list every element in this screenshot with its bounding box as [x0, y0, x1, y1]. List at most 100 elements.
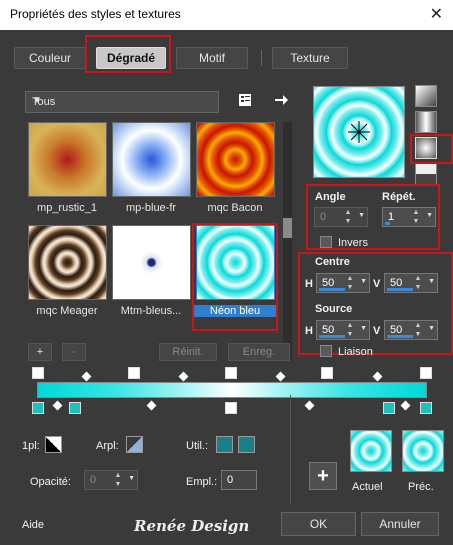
opacity-midpoint[interactable]: [372, 371, 383, 382]
gradient-bar[interactable]: [37, 382, 427, 398]
spin-arrows-icon[interactable]: ▲ ▼: [343, 208, 353, 226]
spin-arrows-icon[interactable]: ▲ ▼: [345, 321, 355, 339]
angle-spinner[interactable]: 0 ▲ ▼ ▼: [314, 207, 368, 227]
swatch-mp-rustic-1[interactable]: [28, 122, 107, 197]
swatch-label: Mtm-bleus...: [120, 305, 182, 317]
swatch-mqc-bacon[interactable]: [196, 122, 275, 197]
add-preset-button[interactable]: +: [28, 343, 52, 361]
list-view-icon[interactable]: [236, 92, 254, 110]
gradient-preset-list: mp_rustic_1 mp-blue-fr mqc Bacon mqc Mea…: [25, 122, 281, 359]
color-stop-marker[interactable]: [383, 402, 395, 414]
color-stop-marker[interactable]: [69, 402, 81, 414]
current-gradient-thumb[interactable]: [350, 430, 392, 472]
tab-texture[interactable]: Texture: [272, 47, 348, 69]
tab-separator: [261, 50, 262, 66]
radial-style-icon[interactable]: [415, 137, 437, 159]
opacity-stop-marker[interactable]: [225, 367, 237, 379]
previous-gradient-thumb[interactable]: [402, 430, 444, 472]
save-preset-button[interactable]: Enreg.: [228, 343, 290, 361]
opacity-stop-marker[interactable]: [420, 367, 432, 379]
help-button[interactable]: Aide: [22, 519, 44, 531]
swatch-neon-bleu[interactable]: [196, 225, 275, 300]
linear-style-icon[interactable]: [415, 85, 437, 107]
invert-label: Invers: [338, 237, 368, 249]
color-stop-marker[interactable]: [420, 402, 432, 414]
arpl-label: Arpl:: [96, 440, 119, 452]
opacity-stop-marker[interactable]: [321, 367, 333, 379]
chevron-down-icon: ▼: [32, 95, 42, 106]
color-midpoint[interactable]: [400, 400, 411, 411]
spin-arrows-icon[interactable]: ▲ ▼: [113, 471, 123, 489]
angle-label: Angle: [315, 191, 346, 203]
chevron-down-icon[interactable]: ▼: [428, 278, 435, 285]
add-swatch-button[interactable]: +: [309, 462, 337, 490]
swatch-mqc-meager[interactable]: [28, 225, 107, 300]
opacity-midpoint[interactable]: [81, 371, 92, 382]
spin-arrows-icon[interactable]: ▲ ▼: [413, 321, 423, 339]
vertical-separator: [290, 395, 291, 505]
reset-button[interactable]: Réinit.: [159, 343, 217, 361]
centre-h-level-bar: [319, 288, 345, 291]
sunburst-style-icon[interactable]: [415, 163, 437, 185]
tab-degrade[interactable]: Dégradé: [96, 47, 166, 69]
background-color-tile[interactable]: [126, 436, 143, 453]
centre-h-spinner[interactable]: 50 ▲ ▼ ▼: [316, 273, 370, 293]
chevron-down-icon[interactable]: ▼: [426, 212, 433, 219]
arrow-right-icon[interactable]: [272, 92, 290, 110]
chevron-down-icon[interactable]: ▼: [360, 278, 367, 285]
util-label: Util.:: [186, 440, 208, 452]
cancel-button[interactable]: Annuler: [361, 512, 439, 536]
color-midpoint[interactable]: [304, 400, 315, 411]
swatch-label: mp_rustic_1: [37, 202, 97, 214]
tab-bar: Couleur Dégradé Motif Texture: [14, 47, 418, 69]
chevron-down-icon[interactable]: ▼: [358, 212, 365, 219]
opacite-spinner[interactable]: 0 ▲ ▼ ▼: [84, 470, 138, 490]
centre-v-spinner[interactable]: 50 ▲ ▼ ▼: [384, 273, 438, 293]
angle-value: 0: [320, 211, 327, 223]
swatch-mtm-bleus[interactable]: [112, 225, 191, 300]
opacite-label: Opacité:: [30, 476, 71, 488]
spin-arrows-icon[interactable]: ▲ ▼: [345, 274, 355, 292]
invert-checkbox[interactable]: [320, 236, 332, 248]
source-v-label: V: [373, 325, 381, 337]
source-v-spinner[interactable]: 50 ▲ ▼ ▼: [384, 320, 438, 340]
opacity-midpoint[interactable]: [178, 371, 189, 382]
opacity-midpoint[interactable]: [275, 371, 286, 382]
chevron-down-icon[interactable]: ▼: [128, 475, 135, 482]
swatch-label: mqc Bacon: [207, 202, 263, 214]
opacite-value: 0: [90, 474, 97, 486]
opacity-stop-marker[interactable]: [128, 367, 140, 379]
foreground-color-tile[interactable]: [45, 436, 62, 453]
color-stop-marker[interactable]: [225, 402, 237, 414]
tab-motif[interactable]: Motif: [176, 47, 248, 69]
opacity-stop-marker[interactable]: [32, 367, 44, 379]
repeat-spinner[interactable]: 1 ▲ ▼ ▼: [382, 207, 436, 227]
link-checkbox[interactable]: [320, 345, 332, 357]
preset-scrollbar[interactable]: [283, 122, 292, 359]
center-crosshair-icon: [348, 121, 370, 143]
swatch-mp-blue-fr[interactable]: [112, 122, 191, 197]
color-midpoint[interactable]: [146, 400, 157, 411]
color-stop-marker[interactable]: [32, 402, 44, 414]
remove-preset-button[interactable]: -: [62, 343, 86, 361]
user-color-tile[interactable]: [216, 436, 233, 453]
empl-label: Empl.:: [186, 476, 218, 488]
tab-couleur[interactable]: Couleur: [14, 47, 86, 69]
source-h-level-bar: [319, 335, 345, 338]
preset-scroll-thumb[interactable]: [283, 218, 292, 238]
color-midpoint[interactable]: [52, 400, 63, 411]
spin-arrows-icon[interactable]: ▲ ▼: [413, 274, 423, 292]
empl-field[interactable]: 0: [221, 470, 257, 490]
centre-v-label: V: [373, 278, 381, 290]
gradient-preview[interactable]: [313, 86, 405, 178]
close-icon[interactable]: ✕: [430, 4, 443, 24]
chevron-down-icon[interactable]: ▼: [360, 325, 367, 332]
preset-category-select[interactable]: Tous ▼: [25, 91, 219, 113]
rectangular-style-icon[interactable]: [415, 111, 437, 133]
source-h-spinner[interactable]: 50 ▲ ▼ ▼: [316, 320, 370, 340]
previous-label: Préc.: [408, 481, 434, 493]
ok-button[interactable]: OK: [281, 512, 356, 536]
spin-arrows-icon[interactable]: ▲ ▼: [411, 208, 421, 226]
chevron-down-icon[interactable]: ▼: [428, 325, 435, 332]
user-color-tile-2[interactable]: [238, 436, 255, 453]
